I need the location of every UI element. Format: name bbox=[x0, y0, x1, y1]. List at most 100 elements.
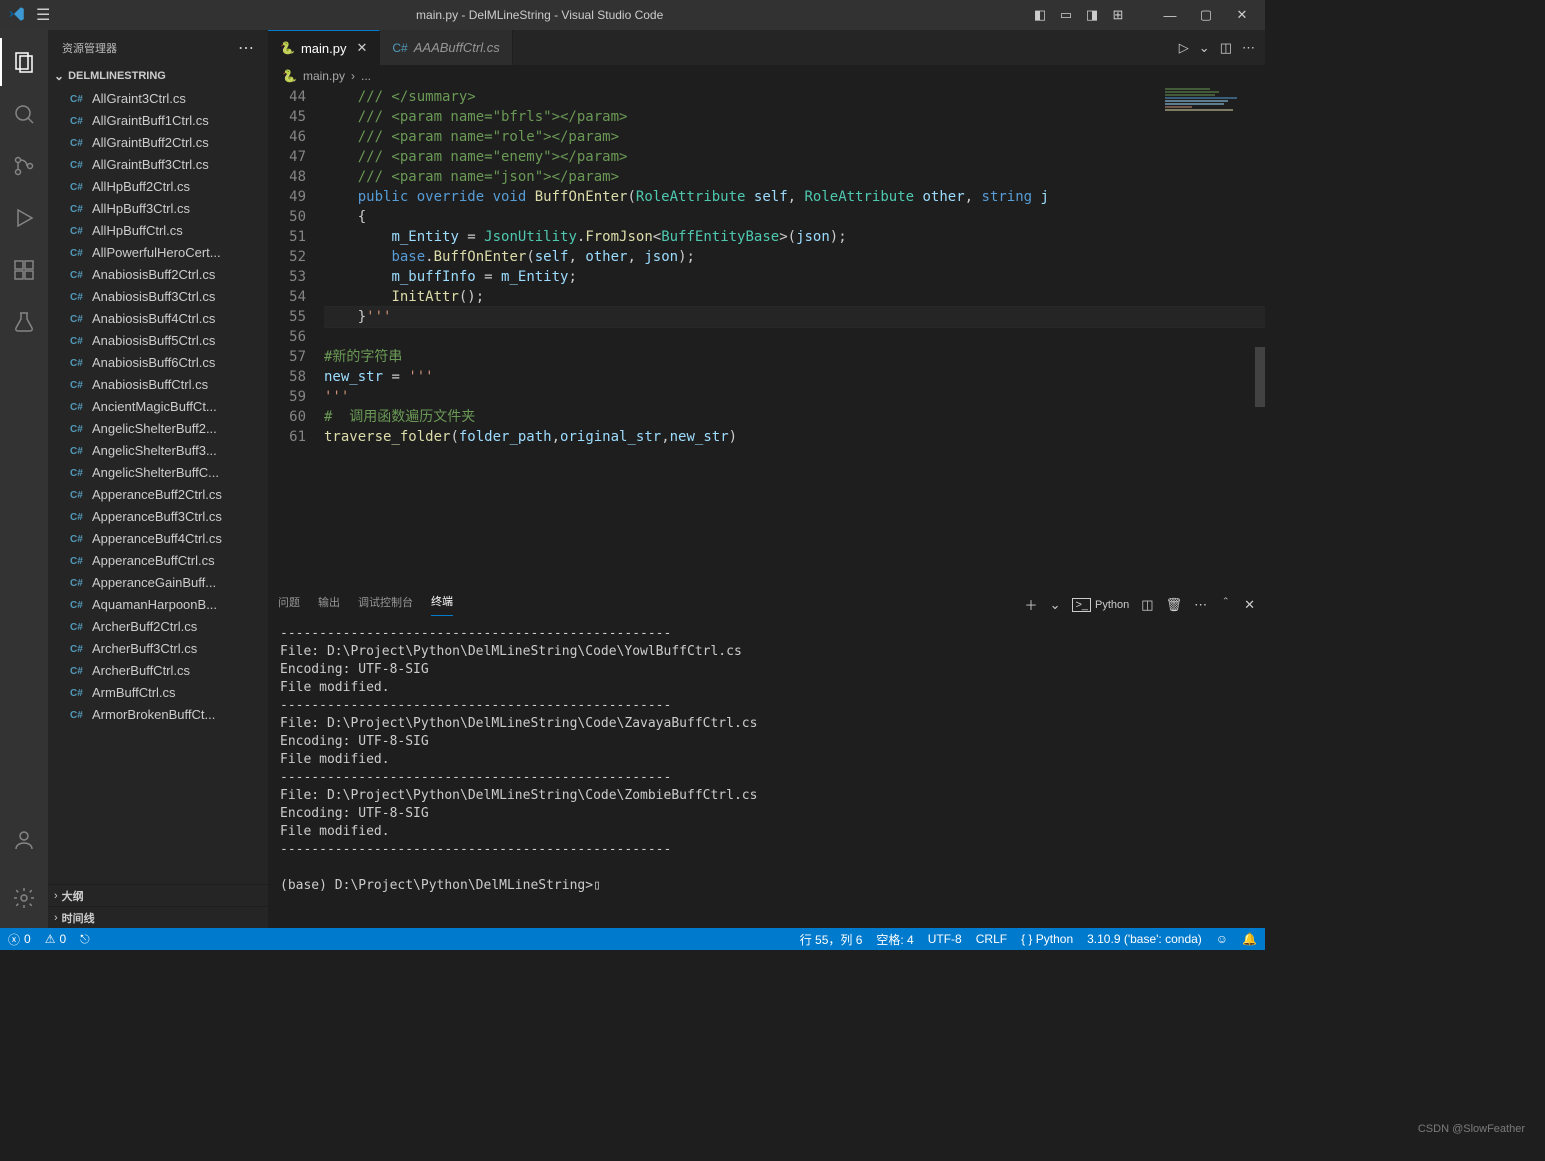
sb-language[interactable]: { } Python bbox=[1021, 932, 1073, 946]
sb-ports[interactable]: ⎋ bbox=[80, 932, 90, 947]
chevron-right-icon: › bbox=[54, 912, 58, 924]
close-icon[interactable]: ✕ bbox=[1227, 0, 1257, 30]
titlebar: ☰ main.py - DelMLineString - Visual Stud… bbox=[0, 0, 1265, 30]
sb-eol[interactable]: CRLF bbox=[976, 932, 1007, 946]
folder-header[interactable]: ⌄ DELMLINESTRING bbox=[48, 65, 268, 87]
maximize-icon[interactable]: ▢ bbox=[1191, 0, 1221, 30]
accounts-icon[interactable] bbox=[0, 816, 48, 864]
file-item[interactable]: AngelicShelterBuff2... bbox=[48, 417, 268, 439]
toggle-panel-right-icon[interactable]: ◨ bbox=[1081, 4, 1103, 26]
more-icon[interactable]: ⋯ bbox=[1242, 40, 1255, 56]
file-label: AquamanHarpoonB... bbox=[92, 597, 217, 612]
file-label: AnabiosisBuff4Ctrl.cs bbox=[92, 311, 215, 326]
terminal-output[interactable]: ----------------------------------------… bbox=[268, 621, 1265, 928]
file-item[interactable]: AnabiosisBuff4Ctrl.cs bbox=[48, 307, 268, 329]
terminal-profile[interactable]: >_Python bbox=[1072, 598, 1129, 612]
toggle-panel-left-icon[interactable]: ◧ bbox=[1029, 4, 1051, 26]
file-item[interactable]: ArcherBuff2Ctrl.cs bbox=[48, 615, 268, 637]
run-debug-icon[interactable] bbox=[0, 194, 48, 242]
split-terminal-icon[interactable]: ◫ bbox=[1141, 597, 1153, 613]
sidebar-more-icon[interactable]: ⋯ bbox=[238, 38, 254, 58]
file-label: ApperanceBuff3Ctrl.cs bbox=[92, 509, 222, 524]
file-item[interactable]: AnabiosisBuff6Ctrl.cs bbox=[48, 351, 268, 373]
csharp-icon bbox=[70, 134, 86, 150]
sb-notifications-icon[interactable]: 🔔 bbox=[1242, 932, 1257, 946]
file-item[interactable]: AllGraintBuff2Ctrl.cs bbox=[48, 131, 268, 153]
file-item[interactable]: ApperanceGainBuff... bbox=[48, 571, 268, 593]
outline-panel[interactable]: › 大纲 bbox=[48, 884, 268, 906]
tab-secondary[interactable]: C# AAABuffCtrl.cs bbox=[380, 30, 512, 65]
file-item[interactable]: AncientMagicBuffCt... bbox=[48, 395, 268, 417]
close-panel-icon[interactable]: ✕ bbox=[1244, 597, 1255, 613]
statusbar: ⓧ 0 ⚠ 0 ⎋ 行 55，列 6 空格: 4 UTF-8 CRLF { } … bbox=[0, 928, 1265, 950]
file-item[interactable]: AnabiosisBuff3Ctrl.cs bbox=[48, 285, 268, 307]
breadcrumb[interactable]: 🐍 main.py › ... bbox=[268, 65, 1265, 87]
file-item[interactable]: ArcherBuff3Ctrl.cs bbox=[48, 637, 268, 659]
csharp-icon bbox=[70, 398, 86, 414]
file-label: AngelicShelterBuff3... bbox=[92, 443, 217, 458]
sb-feedback-icon[interactable]: ☺ bbox=[1216, 932, 1228, 946]
explorer-icon[interactable] bbox=[0, 38, 48, 86]
panel-tab-terminal[interactable]: 终端 bbox=[431, 593, 453, 616]
more-icon[interactable]: ⋯ bbox=[1194, 597, 1207, 613]
file-item[interactable]: ApperanceBuff2Ctrl.cs bbox=[48, 483, 268, 505]
file-item[interactable]: AquamanHarpoonB... bbox=[48, 593, 268, 615]
source-control-icon[interactable] bbox=[0, 142, 48, 190]
run-dropdown-icon[interactable]: ⌄ bbox=[1199, 40, 1210, 56]
code-body[interactable]: /// </summary> /// <param name="bfrls"><… bbox=[324, 87, 1265, 588]
panel-tab-debug[interactable]: 调试控制台 bbox=[358, 594, 413, 616]
csharp-icon bbox=[70, 310, 86, 326]
file-item[interactable]: ApperanceBuff4Ctrl.cs bbox=[48, 527, 268, 549]
file-item[interactable]: AllGraintBuff3Ctrl.cs bbox=[48, 153, 268, 175]
toggle-panel-bottom-icon[interactable]: ▭ bbox=[1055, 4, 1077, 26]
scrollbar-thumb[interactable] bbox=[1255, 347, 1265, 407]
sb-cursor[interactable]: 行 55，列 6 bbox=[800, 931, 863, 948]
sb-spaces[interactable]: 空格: 4 bbox=[876, 931, 913, 948]
close-tab-icon[interactable]: ✕ bbox=[356, 40, 367, 56]
file-item[interactable]: ApperanceBuff3Ctrl.cs bbox=[48, 505, 268, 527]
panel-tab-output[interactable]: 输出 bbox=[318, 594, 340, 616]
search-icon[interactable] bbox=[0, 90, 48, 138]
customize-layout-icon[interactable]: ⊞ bbox=[1107, 4, 1129, 26]
sb-warnings[interactable]: ⚠ 0 bbox=[45, 932, 66, 946]
file-label: ArcherBuffCtrl.cs bbox=[92, 663, 190, 678]
file-item[interactable]: AllHpBuff3Ctrl.cs bbox=[48, 197, 268, 219]
csharp-icon bbox=[70, 464, 86, 480]
split-editor-icon[interactable]: ◫ bbox=[1220, 40, 1232, 56]
file-item[interactable]: ArmBuffCtrl.cs bbox=[48, 681, 268, 703]
file-item[interactable]: AnabiosisBuffCtrl.cs bbox=[48, 373, 268, 395]
sb-errors[interactable]: ⓧ 0 bbox=[8, 931, 31, 948]
panel-tab-problems[interactable]: 问题 bbox=[278, 594, 300, 616]
file-item[interactable]: AllGraint3Ctrl.cs bbox=[48, 87, 268, 109]
file-item[interactable]: AngelicShelterBuffC... bbox=[48, 461, 268, 483]
minimize-icon[interactable]: — bbox=[1155, 0, 1185, 30]
file-item[interactable]: AllGraintBuff1Ctrl.cs bbox=[48, 109, 268, 131]
file-item[interactable]: AllHpBuff2Ctrl.cs bbox=[48, 175, 268, 197]
file-list[interactable]: AllGraint3Ctrl.csAllGraintBuff1Ctrl.csAl… bbox=[48, 87, 268, 884]
file-item[interactable]: AllPowerfulHeroCert... bbox=[48, 241, 268, 263]
timeline-panel[interactable]: › 时间线 bbox=[48, 906, 268, 928]
file-item[interactable]: AnabiosisBuff2Ctrl.cs bbox=[48, 263, 268, 285]
extensions-icon[interactable] bbox=[0, 246, 48, 294]
file-item[interactable]: ArmorBrokenBuffCt... bbox=[48, 703, 268, 725]
menu-button[interactable]: ☰ bbox=[36, 5, 50, 25]
sb-interpreter[interactable]: 3.10.9 ('base': conda) bbox=[1087, 932, 1202, 946]
file-item[interactable]: AngelicShelterBuff3... bbox=[48, 439, 268, 461]
new-terminal-icon[interactable]: ＋ bbox=[1025, 595, 1038, 614]
terminal-dropdown-icon[interactable]: ⌄ bbox=[1050, 597, 1061, 613]
maximize-panel-icon[interactable]: ＾ bbox=[1219, 595, 1232, 614]
file-label: AnabiosisBuffCtrl.cs bbox=[92, 377, 208, 392]
testing-icon[interactable] bbox=[0, 298, 48, 346]
csharp-icon: C# bbox=[392, 41, 407, 55]
run-icon[interactable]: ▷ bbox=[1179, 40, 1189, 56]
tab-main-py[interactable]: 🐍 main.py ✕ bbox=[268, 30, 380, 65]
file-item[interactable]: AllHpBuffCtrl.cs bbox=[48, 219, 268, 241]
file-label: ApperanceBuff4Ctrl.cs bbox=[92, 531, 222, 546]
sb-encoding[interactable]: UTF-8 bbox=[928, 932, 962, 946]
file-item[interactable]: ApperanceBuffCtrl.cs bbox=[48, 549, 268, 571]
file-item[interactable]: ArcherBuffCtrl.cs bbox=[48, 659, 268, 681]
code-editor[interactable]: 444546474849505152535455565758596061 ///… bbox=[268, 87, 1265, 588]
settings-gear-icon[interactable] bbox=[0, 874, 48, 922]
file-item[interactable]: AnabiosisBuff5Ctrl.cs bbox=[48, 329, 268, 351]
kill-terminal-icon[interactable]: 🗑 bbox=[1166, 597, 1183, 613]
